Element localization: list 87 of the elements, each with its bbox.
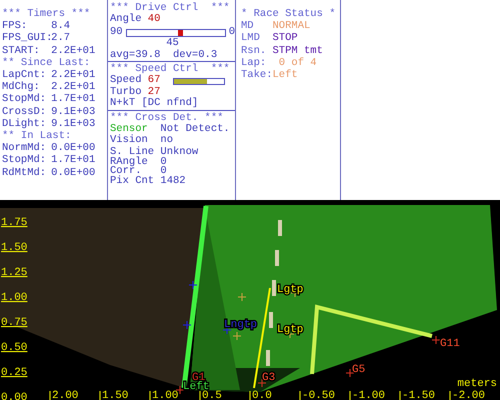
x-axis-label: -0.50 — [302, 390, 336, 400]
status-label: Lap: — [241, 56, 268, 69]
status-value: NORMAL — [272, 20, 310, 32]
field-value: Not Detect. — [160, 124, 230, 136]
speed-value: 67 — [148, 75, 160, 87]
stat-label: FPS: — [2, 20, 28, 32]
section-heading: *** Drive Ctrl *** — [109, 3, 231, 14]
y-axis-label: 1.25 — [1, 267, 28, 279]
section-heading: *** Speed Ctrl *** — [109, 64, 231, 76]
stat-label: LapCnt: — [2, 69, 48, 82]
field-value: 0 — [160, 167, 167, 176]
stat-label: CrossD: — [2, 106, 48, 118]
marker-label: G11 — [440, 338, 460, 350]
stat-value: 2.2E+01 — [51, 81, 96, 94]
field-label: Pix Cnt — [110, 176, 156, 188]
stat-value: 2.7 — [51, 32, 70, 45]
angle-label: Angle — [110, 14, 143, 26]
section-heading: * Race Status * — [241, 8, 337, 20]
angle-slider[interactable] — [126, 28, 226, 37]
x-axis-label: 1.50 — [102, 390, 128, 400]
stat-label: MdChg: — [2, 81, 40, 94]
status-label: MD — [241, 20, 255, 32]
x-axis-label: 2.00 — [52, 390, 78, 400]
x-axis-label: 0.5 — [202, 390, 222, 400]
field-value: no — [160, 135, 174, 146]
section-heading: *** Timers *** — [2, 8, 92, 20]
slider-thumb[interactable] — [178, 30, 184, 36]
stat-value: 9.1E+03 — [51, 118, 96, 130]
stat-label: DLight: — [2, 118, 48, 130]
field-value: 1482 — [160, 176, 186, 188]
stat-value: 1.7E+01 — [51, 93, 96, 106]
speed-label: Speed — [110, 75, 142, 86]
stat-label: START: — [2, 44, 41, 57]
section-heading: *** Cross Det. *** — [109, 112, 224, 124]
field-label: Corr. — [110, 167, 142, 176]
turbo-label: Turbo — [110, 86, 143, 98]
status-label: Rsn. — [241, 44, 268, 57]
marker-label: G5 — [352, 364, 366, 376]
x-axis-label: 1.00 — [152, 390, 178, 400]
status-value: STPM tmt — [272, 44, 323, 57]
status-label: LMD — [241, 32, 261, 45]
angle-stats: avg=39.8 dev=0.3 — [110, 50, 218, 62]
stat-value: 8.4 — [51, 20, 70, 32]
marker-label: G3 — [262, 372, 276, 384]
stat-value: 0.0E+00 — [51, 142, 96, 154]
stat-value: 2.2E+01 — [51, 44, 96, 57]
status-value: 0 of 4 — [278, 56, 317, 69]
y-axis-label: 1.00 — [1, 292, 28, 304]
field-value: 0 — [160, 158, 167, 168]
marker-label: Lngtp — [224, 319, 258, 331]
x-axis-label: -1.00 — [352, 390, 386, 400]
turbo-value: 27 — [148, 86, 160, 98]
marker-label: Lgtp — [277, 324, 304, 336]
stat-label: NormMd: — [2, 142, 48, 154]
stat-value: 9.1E+03 — [51, 106, 96, 118]
y-axis-label: 1.50 — [1, 242, 28, 254]
stat-label: StopMd: — [2, 93, 48, 106]
section-heading: ** Since Last: — [2, 56, 92, 70]
x-axis-label: -1.50 — [402, 390, 436, 400]
scale-min-label: 90 — [110, 26, 123, 38]
scale-mid-label: 45 — [166, 38, 179, 50]
drive-status: N+kT [DC nfnd] — [110, 98, 198, 110]
scale-max-label: 0 — [228, 26, 235, 38]
angle-value: 40 — [148, 14, 160, 26]
y-axis-label: 0.75 — [1, 317, 28, 329]
section-heading: ** In Last: — [2, 130, 72, 142]
field-label: Sensor — [110, 124, 149, 136]
field-label: RAngle — [110, 158, 149, 168]
x-axis-label: 0.0 — [252, 390, 272, 400]
y-axis-label: 0.00 — [1, 392, 28, 400]
stat-label: RdMtMd: — [2, 166, 48, 179]
field-value: Unknow — [160, 146, 198, 158]
stat-value: 2.2E+01 — [51, 69, 96, 82]
y-axis-label: 0.25 — [1, 367, 28, 379]
status-label: Take: — [241, 69, 272, 82]
stat-label: FPS_GUI: — [2, 32, 52, 45]
x-axis-label: -2.00 — [452, 390, 486, 400]
marker-label: Lgtp — [277, 284, 304, 296]
stat-value: 0.0E+00 — [51, 166, 96, 179]
status-value: STOP — [272, 32, 298, 45]
axis-unit-label: meters — [457, 378, 497, 390]
stat-value: 1.7E+01 — [51, 154, 96, 167]
stat-label: StopMd: — [2, 154, 48, 167]
status-value: Left — [272, 69, 298, 82]
y-axis-label: 1.75 — [1, 217, 28, 229]
field-label: Vision — [110, 135, 148, 146]
y-axis-label: 0.50 — [1, 342, 28, 354]
